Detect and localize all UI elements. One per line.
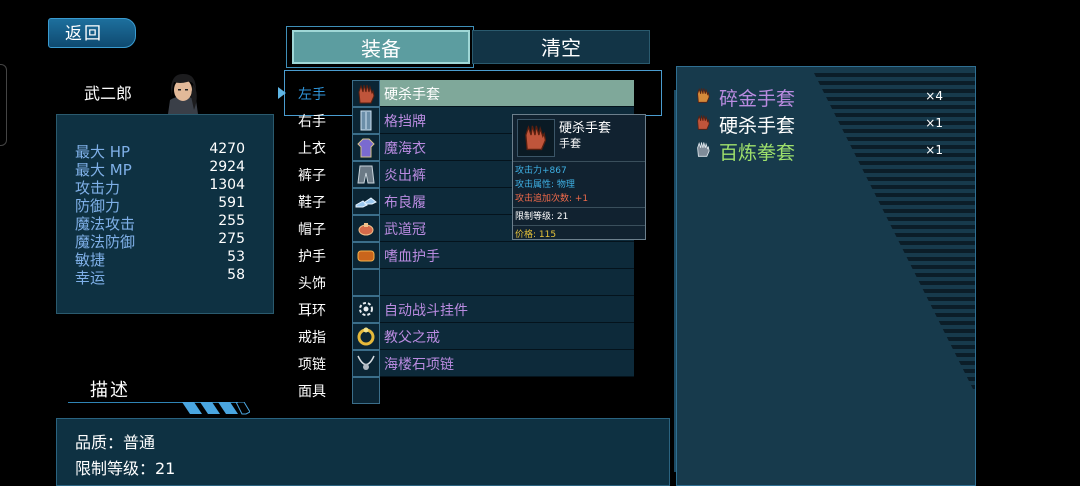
description-panel: 品质：普通 限制等级：21 (56, 418, 670, 486)
character-name: 武二郎 (84, 84, 133, 103)
equip-slot-earring[interactable]: 耳环 自动战斗挂件 (282, 296, 634, 323)
tooltip-level-req: 限制等级: 21 (515, 212, 569, 222)
shield-icon (352, 107, 380, 134)
crown-icon (352, 215, 380, 242)
stat-row: 幸运 58 (75, 267, 245, 287)
stat-row: 魔法防御 275 (75, 231, 245, 251)
stat-row: 魔法攻击 255 (75, 213, 245, 233)
ring-icon (352, 323, 380, 350)
item-tooltip: 硬杀手套 手套 攻击力+867 攻击属性: 物理 攻击追加次数: +1 限制等级… (512, 114, 646, 240)
device-edge (0, 64, 7, 146)
stat-row: 防御力 591 (75, 195, 245, 215)
necklace-icon (352, 350, 380, 377)
equip-slot-headwear[interactable]: 头饰 (282, 269, 634, 296)
item-level-req: 限制等级：21 (75, 459, 176, 478)
glove-icon (693, 112, 713, 132)
tooltip-item-name: 硬杀手套 (559, 121, 612, 136)
description-title: 描述 (90, 380, 130, 401)
robe-icon (352, 134, 380, 161)
bracer-icon (352, 242, 380, 269)
equip-slot-bracer[interactable]: 护手 嗜血护手 (282, 242, 634, 269)
empty-slot (352, 377, 380, 404)
gear-icon (352, 296, 380, 323)
tooltip-attack: 攻击力+867 (515, 166, 567, 176)
glove-icon (693, 85, 713, 105)
equip-slot-necklace[interactable]: 项链 海楼石项链 (282, 350, 634, 377)
stat-row: 攻击力 1304 (75, 177, 245, 197)
inventory-item[interactable]: 碎金手套 ×4 (693, 83, 963, 110)
tab-equip[interactable]: 装备 (292, 30, 470, 64)
tooltip-extra-hits: 攻击追加次数: +1 (515, 194, 589, 204)
stat-row: 敏捷 53 (75, 249, 245, 269)
divider (513, 225, 645, 226)
inventory-item[interactable]: 硬杀手套 ×1 (693, 110, 963, 137)
stat-row: 最大 HP 4270 (75, 141, 245, 161)
equip-slot-mask[interactable]: 面具 (282, 377, 634, 404)
inventory-panel: 碎金手套 ×4 硬杀手套 ×1 百炼拳套 ×1 (676, 66, 976, 486)
item-quality: 品质：普通 (75, 433, 156, 452)
tab-clear[interactable]: 清空 (472, 30, 650, 64)
tooltip-item-type: 手套 (559, 137, 581, 150)
glove-icon (352, 80, 380, 107)
stats-panel: 最大 HP 4270 最大 MP 2924 攻击力 1304 防御力 591 魔法攻击 2… (56, 114, 274, 314)
equip-slot-left-hand[interactable]: 左手 硬杀手套 (282, 80, 634, 107)
shoes-icon (352, 188, 380, 215)
decorative-stripes (182, 402, 250, 415)
equip-slot-ring[interactable]: 戒指 教父之戒 (282, 323, 634, 350)
back-button[interactable]: 返回 (48, 18, 136, 48)
stat-row: 最大 MP 2924 (75, 159, 245, 179)
divider (513, 161, 645, 162)
character-portrait (160, 70, 206, 114)
tooltip-price: 价格: 115 (515, 230, 557, 240)
empty-slot (352, 269, 380, 296)
tooltip-attribute: 攻击属性: 物理 (515, 180, 575, 190)
divider (513, 207, 645, 208)
gauntlet-icon (693, 139, 713, 159)
pants-icon (352, 161, 380, 188)
inventory-item[interactable]: 百炼拳套 ×1 (693, 137, 963, 164)
glove-icon (517, 119, 555, 157)
